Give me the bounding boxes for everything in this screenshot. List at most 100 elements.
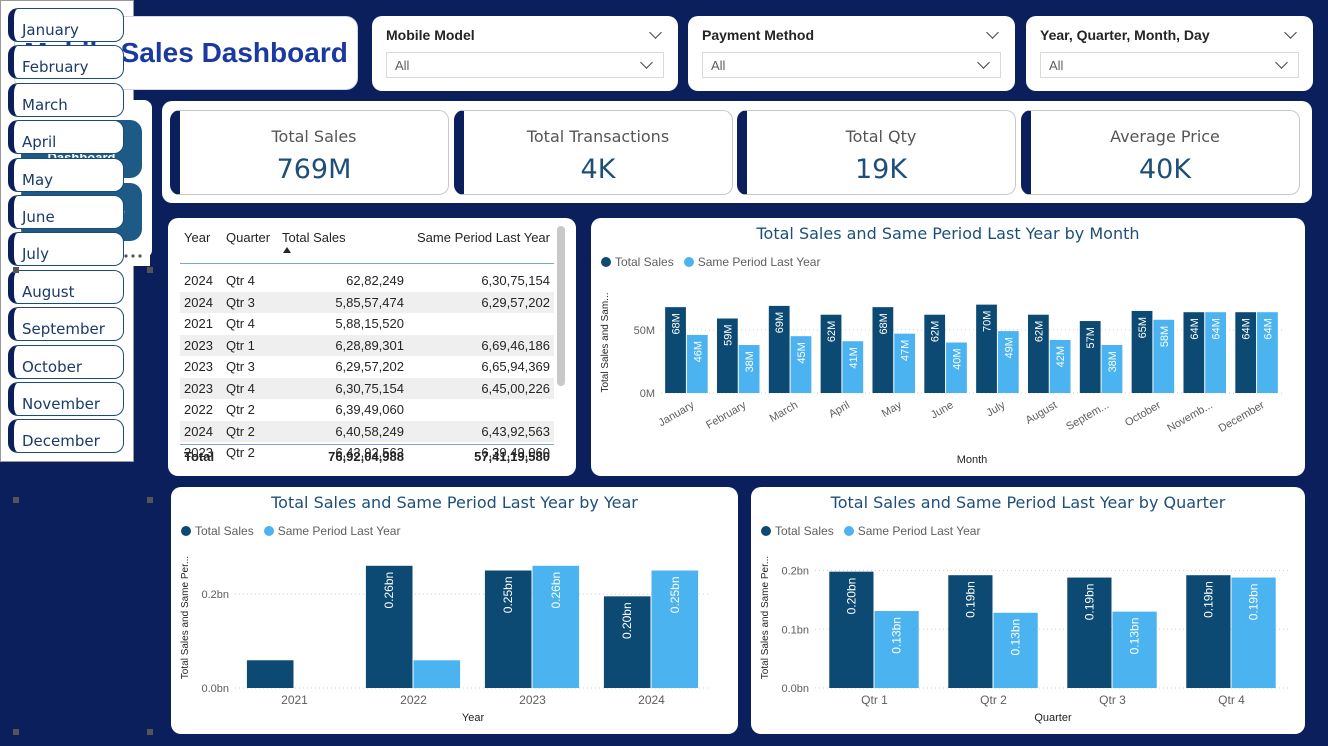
table-cell: Qtr 3 — [226, 294, 255, 310]
table-cell: 62,82,249 — [346, 273, 404, 289]
bar-total-sales[interactable] — [246, 660, 294, 688]
resize-handle[interactable] — [147, 729, 153, 735]
column-header-same-period[interactable]: Same Period Last Year — [404, 230, 550, 245]
payment-method-dropdown[interactable]: All — [702, 52, 1001, 78]
table-row: 2024 Qtr 2 6,40,58,249 6,43,92,563 — [180, 420, 554, 442]
column-header-total-sales[interactable]: Total Sales — [282, 230, 404, 253]
chevron-down-icon[interactable] — [649, 26, 662, 39]
dropdown-value: All — [395, 57, 410, 73]
x-tick-label: 2024 — [638, 693, 665, 707]
table-cell: 2021 — [184, 316, 213, 332]
table-cell: 6,28,89,301 — [335, 337, 404, 353]
chart-by-year: Total Sales and Same Period Last Year by… — [171, 487, 738, 734]
data-label: 68M — [671, 313, 683, 334]
table-body: Year Quarter Total Sales Same Period Las… — [180, 228, 554, 460]
table-cell: 6,29,57,202 — [481, 294, 550, 310]
resize-handle[interactable] — [147, 497, 153, 503]
x-tick-label: 2023 — [519, 693, 546, 707]
table-cell: 6,65,94,369 — [481, 359, 550, 375]
month-item-august[interactable]: August — [8, 269, 124, 304]
table-rows: 2024 Qtr 4 62,82,249 6,30,75,154 2024 Qtr 3 5,… — [180, 270, 554, 460]
chevron-down-icon[interactable] — [1284, 26, 1297, 39]
x-tick-label: Qtr 4 — [1218, 693, 1245, 707]
more-options-icon[interactable] — [124, 254, 142, 258]
month-item-june[interactable]: June — [8, 195, 124, 229]
data-label: 62M — [930, 321, 942, 342]
month-item-april[interactable]: April — [8, 120, 124, 155]
table-scrollbar[interactable] — [557, 226, 565, 386]
x-axis-title: Month — [957, 454, 988, 466]
x-tick-label: April — [827, 399, 852, 420]
y-tick-label: 0.0bn — [781, 683, 809, 695]
month-item-december[interactable]: December — [8, 419, 124, 454]
table-row: 2022 Qtr 2 6,39,49,060 — [180, 399, 554, 421]
x-tick-label: March — [768, 399, 800, 425]
table-row: 2023 Qtr 1 6,28,89,301 6,69,46,186 — [180, 334, 554, 356]
resize-handle[interactable] — [147, 267, 153, 273]
kpi-value: 769M — [276, 154, 352, 185]
column-header-quarter[interactable]: Quarter — [226, 230, 282, 245]
data-label: 49M — [1003, 337, 1015, 358]
chevron-down-icon — [1275, 56, 1288, 69]
data-label: 58M — [1159, 326, 1171, 347]
table-cell: 6,45,00,226 — [481, 380, 550, 396]
data-label: 70M — [982, 311, 994, 332]
slicer-label: Year, Quarter, Month, Day — [1040, 27, 1210, 43]
month-item-february[interactable]: February — [8, 45, 124, 80]
table-cell: Qtr 3 — [226, 359, 255, 375]
month-item-january[interactable]: January — [8, 8, 124, 42]
x-tick-label: October — [1123, 399, 1163, 429]
data-label: 0.26bn — [549, 572, 563, 609]
data-label: 0.20bn — [844, 578, 858, 615]
data-label: 64M — [1189, 318, 1201, 339]
data-label: 0.13bn — [890, 617, 904, 654]
data-label: 47M — [900, 340, 912, 361]
table-cell: 2024 — [184, 294, 213, 310]
chevron-down-icon — [640, 56, 653, 69]
month-item-may[interactable]: May — [8, 157, 124, 192]
table-cell: 6,30,75,154 — [481, 273, 550, 289]
table-cell: 2023 — [184, 359, 213, 375]
month-item-november[interactable]: November — [8, 382, 124, 416]
dropdown-value: All — [1049, 57, 1064, 73]
kpi-panel: Total Sales 769M Total Transactions 4K T… — [162, 101, 1312, 203]
bar-same-period[interactable] — [413, 660, 461, 688]
x-tick-label: August — [1024, 399, 1060, 427]
chevron-down-icon[interactable] — [986, 26, 999, 39]
x-tick-label: January — [657, 399, 697, 429]
table-cell: Qtr 1 — [226, 337, 255, 353]
total-cell — [226, 449, 282, 464]
slicer-label: Payment Method — [702, 27, 815, 43]
resize-handle[interactable] — [13, 497, 19, 503]
table-cell: 6,40,58,249 — [335, 423, 404, 439]
y-tick-label: 0.0bn — [201, 683, 229, 695]
month-item-october[interactable]: October — [8, 344, 124, 379]
table-cell: Qtr 4 — [226, 316, 255, 332]
data-label: 57M — [1085, 327, 1097, 348]
kpi-label: Average Price — [1110, 127, 1220, 146]
resize-handle[interactable] — [13, 267, 19, 273]
resize-handle[interactable] — [13, 729, 19, 735]
column-header-year[interactable]: Year — [180, 230, 226, 245]
month-item-september[interactable]: September — [8, 307, 124, 342]
sort-ascending-icon — [283, 247, 291, 253]
data-label: 69M — [774, 312, 786, 333]
data-label: 65M — [1137, 317, 1149, 338]
data-label: 62M — [1033, 321, 1045, 342]
data-label: 0.20bn — [620, 602, 634, 639]
mobile-model-dropdown[interactable]: All — [386, 52, 664, 78]
y-axis-title: Total Sales and Sam... — [600, 292, 611, 392]
month-item-march[interactable]: March — [8, 82, 124, 117]
table-cell: 2023 — [184, 380, 213, 396]
slicer-mobile-model: Mobile Model All — [372, 16, 678, 91]
data-label: 46M — [692, 341, 704, 362]
month-item-july[interactable]: July — [8, 232, 124, 267]
x-tick-label: June — [929, 399, 956, 421]
data-label: 0.19bn — [1201, 581, 1215, 618]
kpi-label: Total Transactions — [526, 127, 670, 146]
chart-by-month: Total Sales and Same Period Last Year by… — [591, 218, 1305, 476]
y-tick-label: 0M — [640, 388, 655, 400]
date-dropdown[interactable]: All — [1040, 52, 1299, 78]
slicer-date: Year, Quarter, Month, Day All — [1026, 16, 1313, 91]
data-label: 0.19bn — [963, 581, 977, 618]
